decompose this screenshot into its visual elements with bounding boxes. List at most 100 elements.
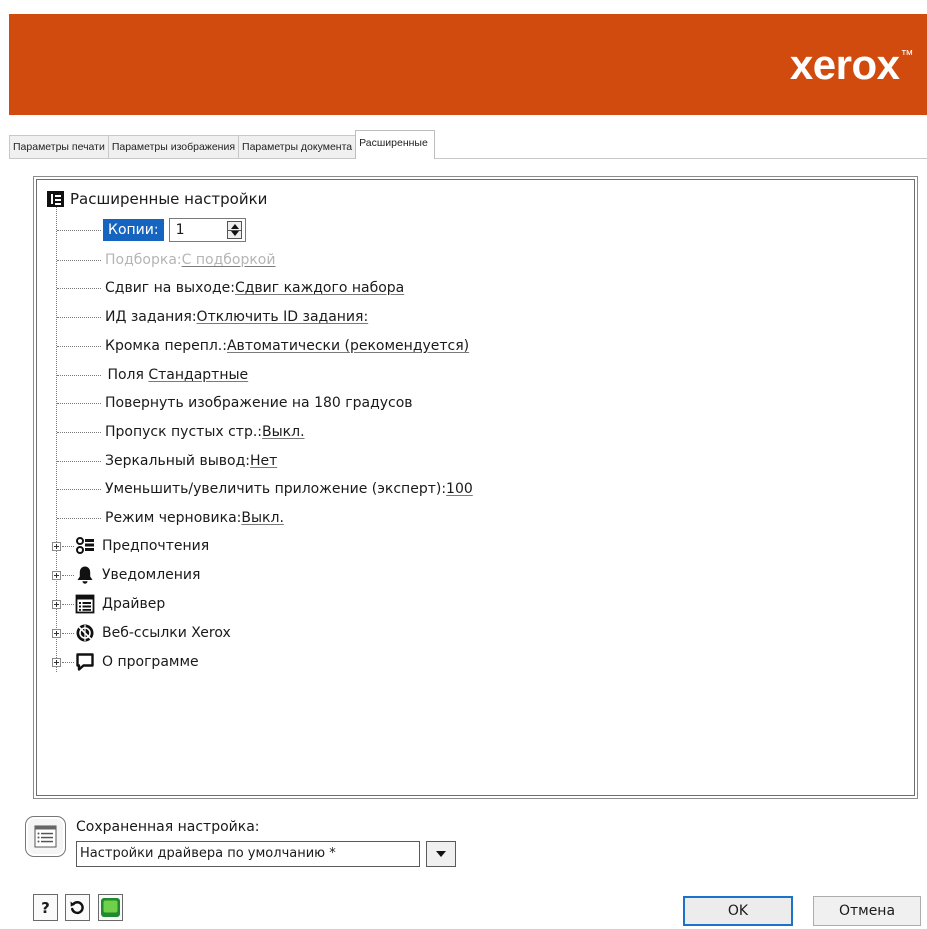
tree-connector — [62, 633, 74, 634]
group-label: Уведомления — [102, 567, 201, 583]
offset-setting[interactable]: Сдвиг на выходе: Сдвиг каждого набора — [105, 276, 404, 300]
skip-blank-pages-setting[interactable]: Пропуск пустых стр.: Выкл. — [105, 420, 305, 444]
mirror-output-setting[interactable]: Зеркальный вывод: Нет — [105, 449, 277, 473]
tree-connector — [57, 230, 101, 231]
expand-web-links-icon[interactable] — [52, 629, 61, 638]
tree-connector — [57, 403, 101, 404]
tree-connector — [57, 317, 101, 318]
advanced-settings-tree-frame: Расширенные настройки Копии: 1 Подборка:… — [33, 176, 918, 799]
setting-label: Поля — [103, 367, 149, 383]
tree-group-preferences[interactable]: Предпочтения — [75, 534, 209, 558]
help-icon: ? — [41, 898, 50, 917]
saved-settings-dropdown-button[interactable] — [426, 841, 456, 867]
binding-edge-setting[interactable]: Кромка перепл.: Автоматически (рекоменду… — [105, 334, 469, 358]
cancel-button[interactable]: Отмена — [813, 896, 921, 926]
copies-value[interactable]: 1 — [176, 222, 185, 238]
tree-connector — [62, 575, 74, 576]
setting-value[interactable]: Сдвиг каждого набора — [235, 280, 404, 296]
preferences-icon — [75, 536, 95, 556]
expand-preferences-icon[interactable] — [52, 542, 61, 551]
tree-connector — [57, 346, 101, 347]
tree-connector — [57, 489, 101, 490]
setting-label: Сдвиг на выходе: — [105, 280, 235, 296]
tree-group-web-links[interactable]: Веб-ссылки Xerox — [75, 621, 231, 645]
setting-label: Кромка перепл.: — [105, 338, 227, 354]
setting-label: Режим черновика: — [105, 510, 242, 526]
job-id-setting[interactable]: ИД задания: Отключить ID задания: — [105, 305, 368, 329]
tree-connector — [57, 260, 101, 261]
group-label: Предпочтения — [102, 538, 210, 554]
copies-stepper[interactable]: 1 — [168, 218, 246, 242]
spin-down-icon[interactable] — [230, 231, 239, 236]
expand-about-icon[interactable] — [52, 658, 61, 667]
tree-connector — [62, 604, 74, 605]
group-label: Веб-ссылки Xerox — [102, 625, 231, 641]
web-links-icon — [75, 623, 95, 643]
setting-value[interactable]: Нет — [250, 453, 277, 469]
tree-connector — [62, 662, 74, 663]
draft-mode-setting[interactable]: Режим черновика: Выкл. — [105, 506, 284, 530]
xerox-logo: xerox™ — [789, 41, 914, 88]
device-status-icon — [101, 898, 120, 917]
tree-connector — [57, 432, 101, 433]
setting-label: ИД задания: — [105, 309, 197, 325]
copies-row[interactable]: Копии: 1 — [103, 217, 246, 243]
tree-connector — [57, 288, 101, 289]
tab-print-options[interactable]: Параметры печати — [9, 135, 109, 159]
collation-setting: Подборка: С подборкой — [105, 248, 275, 272]
saved-settings-label: Сохраненная настройка: — [76, 819, 260, 835]
xerox-header: xerox™ — [9, 14, 927, 115]
setting-label: Пропуск пустых стр.: — [105, 424, 263, 440]
setting-label: Зеркальный вывод: — [105, 453, 250, 469]
margins-setting[interactable]: Поля Стандартные — [103, 363, 248, 387]
tree-connector — [57, 375, 101, 376]
saved-settings-icon[interactable] — [25, 816, 66, 857]
expand-notifications-icon[interactable] — [52, 571, 61, 580]
tree-group-about[interactable]: О программе — [75, 650, 199, 674]
tree-connector — [57, 461, 101, 462]
tree-group-driver[interactable]: Драйвер — [75, 592, 165, 616]
speech-bubble-icon — [75, 652, 95, 672]
tree-group-notifications[interactable]: Уведомления — [75, 563, 200, 587]
tab-advanced[interactable]: Расширенные — [355, 130, 435, 159]
setting-value[interactable]: Автоматически (рекомендуется) — [227, 338, 469, 354]
tree-connector — [62, 546, 74, 547]
advanced-settings-icon — [47, 191, 64, 207]
help-button[interactable]: ? — [33, 894, 58, 921]
expand-driver-icon[interactable] — [52, 600, 61, 609]
setting-value[interactable]: Выкл. — [241, 510, 284, 526]
setting-value[interactable]: Стандартные — [148, 367, 248, 383]
copies-label: Копии: — [103, 219, 164, 241]
spin-up-icon[interactable] — [230, 224, 239, 229]
tree-root[interactable]: Расширенные настройки — [47, 187, 267, 211]
group-label: О программе — [102, 654, 199, 670]
brand-name: xerox — [789, 41, 900, 88]
setting-label[interactable]: Повернуть изображение на 180 градусов — [105, 395, 413, 411]
reset-icon — [70, 901, 84, 915]
tab-image-options[interactable]: Параметры изображения — [107, 135, 240, 159]
reduce-enlarge-setting[interactable]: Уменьшить/увеличить приложение (эксперт)… — [105, 477, 473, 501]
setting-label: Подборка: — [105, 252, 182, 268]
tree-connector — [57, 518, 101, 519]
reset-button[interactable] — [65, 894, 90, 921]
bell-icon — [75, 565, 95, 585]
setting-value[interactable]: 100 — [446, 481, 473, 497]
saved-settings-select[interactable]: Настройки драйвера по умолчанию * — [76, 841, 420, 867]
trademark: ™ — [900, 47, 914, 62]
tab-document-options[interactable]: Параметры документа — [238, 135, 357, 159]
setting-value[interactable]: Выкл. — [262, 424, 305, 440]
ok-button[interactable]: OK — [683, 896, 793, 926]
copies-spin-buttons[interactable] — [226, 221, 242, 239]
setting-label: Уменьшить/увеличить приложение (эксперт)… — [105, 481, 447, 497]
driver-icon — [75, 594, 95, 614]
setting-value: С подборкой — [181, 252, 276, 268]
chevron-down-icon — [436, 851, 446, 857]
group-label: Драйвер — [102, 596, 166, 612]
tree-root-label: Расширенные настройки — [70, 190, 268, 208]
setting-value[interactable]: Отключить ID задания: — [197, 309, 369, 325]
advanced-settings-tree[interactable]: Расширенные настройки Копии: 1 Подборка:… — [36, 179, 915, 796]
tab-bar: Параметры печати Параметры изображения П… — [9, 130, 435, 159]
device-status-button[interactable] — [98, 894, 123, 921]
tab-divider — [9, 158, 927, 159]
rotate-image-setting[interactable]: Повернуть изображение на 180 градусов — [105, 391, 413, 415]
